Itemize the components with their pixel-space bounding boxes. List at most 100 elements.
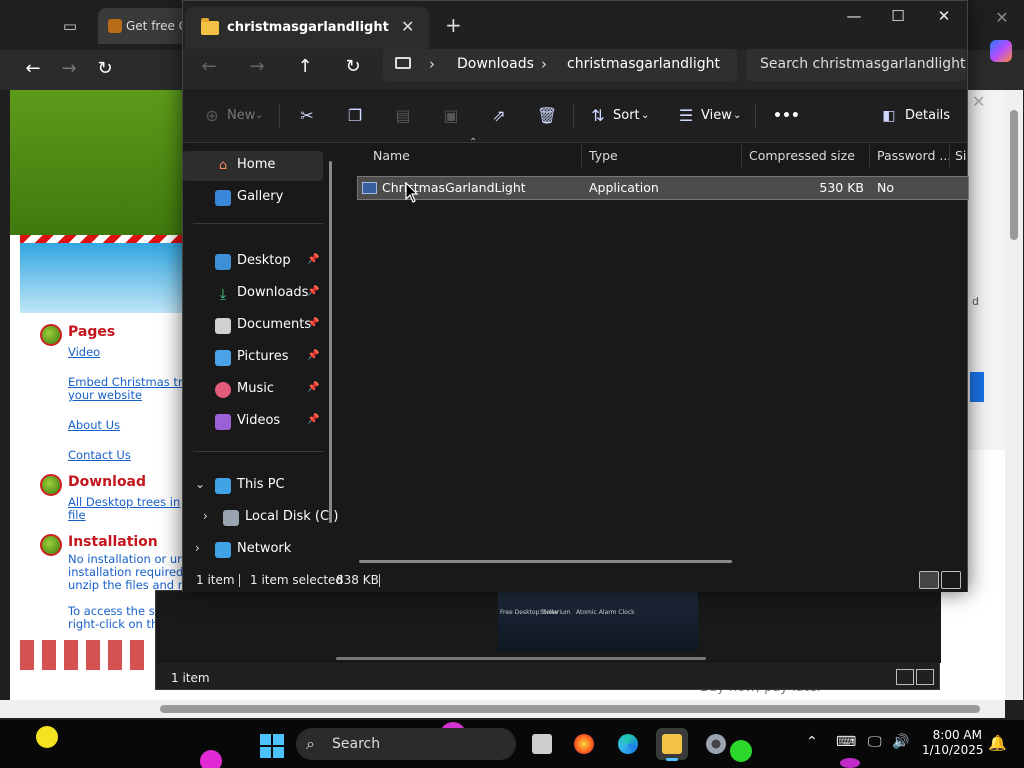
display-icon[interactable]: 🖵 [868,734,882,750]
download-link[interactable]: All Desktop trees in [68,495,180,509]
browser-close-icon[interactable]: ✕ [992,8,1012,28]
pin-icon[interactable]: 📌 [307,414,319,425]
download-link-2[interactable]: file [68,508,86,522]
nav-home[interactable]: ⌂ Home [183,151,323,181]
scrollbar-thumb[interactable] [1010,110,1018,240]
view-icon[interactable]: ☰ [675,105,697,127]
notification-bell-icon[interactable]: 🔔 [988,734,1007,752]
nav-desktop[interactable]: Desktop 📌 [183,247,323,277]
sort-button[interactable]: Sort [613,105,640,127]
embed-link[interactable]: Embed Christmas tr [68,375,183,389]
tab-actions-icon[interactable]: ▭ [58,14,82,38]
back-arrow-icon[interactable]: ← [195,53,223,81]
details-pane-icon[interactable]: ◧ [878,105,900,127]
pin-icon[interactable]: 📌 [307,350,319,361]
new-icon[interactable]: ⊕ [201,105,223,127]
back-arrow-icon[interactable]: ← [20,56,46,82]
contact-link[interactable]: Contact Us [68,448,131,462]
vertical-scrollbar[interactable] [1005,90,1023,700]
chevron-right-icon[interactable]: › [429,55,435,73]
chevron-right-icon[interactable]: › [541,55,547,73]
forward-arrow-icon[interactable]: → [243,53,271,81]
chevron-right-icon[interactable]: › [195,541,200,555]
view-button[interactable]: View [701,105,732,127]
start-button[interactable] [260,734,284,758]
refresh-icon[interactable]: ↻ [92,56,118,82]
delete-icon[interactable]: 🗑 [536,105,558,127]
horizontal-scrollbar[interactable] [336,657,706,660]
file-explorer-button[interactable] [656,728,688,761]
chevron-down-icon[interactable]: ⌄ [195,477,205,491]
paste-icon[interactable]: ▤ [392,105,414,127]
pin-icon[interactable]: 📌 [307,254,319,265]
column-divider[interactable] [741,145,742,167]
tab-close-icon[interactable]: ✕ [401,17,414,36]
volume-icon[interactable]: 🔊 [892,734,909,750]
nav-music[interactable]: Music 📌 [183,375,323,405]
nav-this-pc[interactable]: ⌄ This PC [183,471,323,501]
share-icon[interactable]: ⇗ [488,105,510,127]
cut-icon[interactable]: ✂ [296,105,318,127]
new-button[interactable]: New [227,105,255,127]
panel-button[interactable] [970,372,984,402]
more-options-icon[interactable]: ••• [773,105,800,127]
copy-icon[interactable]: ❐ [344,105,366,127]
nav-documents[interactable]: Documents 📌 [183,311,323,341]
nav-local-disk[interactable]: › Local Disk (C:) [183,503,338,533]
column-divider[interactable] [869,145,870,167]
column-header-name[interactable]: Name [373,143,563,169]
search-input[interactable]: Search christmasgarlandlight [746,49,966,81]
table-row[interactable]: ChristmasGarlandLight Application 530 KB… [357,176,969,200]
scrollbar-thumb[interactable] [160,705,980,713]
edge-button[interactable] [612,728,644,760]
horizontal-scrollbar[interactable] [359,560,732,563]
video-link[interactable]: Video [68,345,100,359]
close-icon[interactable]: ✕ [929,7,959,27]
pin-icon[interactable]: 📌 [307,382,319,393]
nav-network[interactable]: › Network [183,535,323,565]
nav-pictures[interactable]: Pictures 📌 [183,343,323,373]
chevron-up-icon[interactable]: ⌃ [806,734,818,750]
forward-arrow-icon[interactable]: → [56,56,82,82]
keyboard-icon[interactable]: ⌨ [836,734,856,750]
explorer-tab[interactable]: christmasgarlandlight ✕ [185,7,429,49]
panel-close-icon[interactable]: ✕ [972,92,985,111]
column-header-type[interactable]: Type [589,143,729,169]
refresh-icon[interactable]: ↻ [339,53,367,81]
copilot-icon[interactable] [990,40,1012,62]
taskbar-clock[interactable]: 8:00 AM 1/10/2025 [922,728,984,758]
details-view-icon[interactable] [896,669,914,685]
column-header-size[interactable]: Si [955,143,967,169]
up-arrow-icon[interactable]: ↑ [291,53,319,81]
column-divider[interactable] [949,145,950,167]
pin-icon[interactable]: 📌 [307,286,319,297]
details-view-icon[interactable] [919,571,939,589]
sort-icon[interactable]: ⇅ [587,105,609,127]
breadcrumb-folder[interactable]: christmasgarlandlight [567,56,720,72]
firefox-button[interactable] [568,728,600,760]
tiles-view-icon[interactable] [916,669,934,685]
column-header-password[interactable]: Password ... [877,143,949,169]
chevron-right-icon[interactable]: › [203,509,208,523]
nav-gallery[interactable]: Gallery [183,183,323,213]
settings-button[interactable] [700,728,732,760]
pin-icon[interactable]: 📌 [307,318,319,329]
column-divider[interactable] [581,145,582,167]
nav-videos[interactable]: Videos 📌 [183,407,323,437]
column-header-compressed-size[interactable]: Compressed size [749,143,869,169]
new-tab-icon[interactable]: + [445,13,462,37]
task-view-button[interactable] [526,728,558,760]
nav-downloads[interactable]: ⤓ Downloads 📌 [183,279,323,309]
tiles-view-icon[interactable] [941,571,961,589]
details-button[interactable]: Details [905,105,950,127]
rename-icon[interactable]: ▣ [440,105,462,127]
embed-link-2[interactable]: your website [68,388,142,402]
breadcrumb-downloads[interactable]: Downloads [457,56,534,72]
taskbar-search[interactable]: ⌕ Search [296,728,516,760]
minimize-icon[interactable]: — [839,7,869,27]
maximize-icon[interactable]: ☐ [883,7,913,27]
horizontal-scrollbar[interactable] [0,700,1005,718]
about-link[interactable]: About Us [68,418,120,432]
address-bar[interactable]: › Downloads › christmasgarlandlight [383,49,737,81]
nav-scrollbar[interactable] [329,161,332,523]
